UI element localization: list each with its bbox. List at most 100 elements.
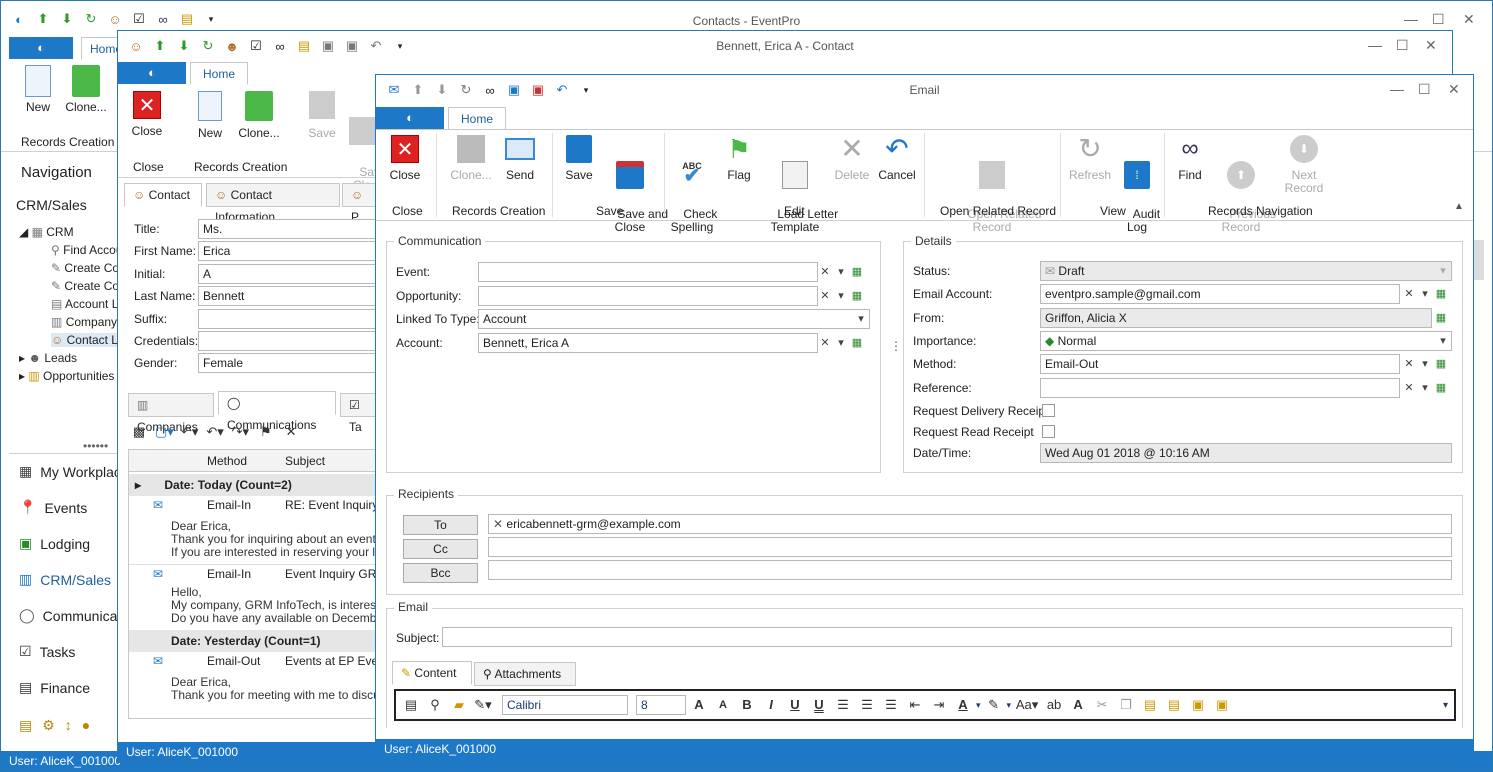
clear-icon[interactable]: ✕ <box>280 421 302 443</box>
email-minimize-button[interactable]: — <box>1390 81 1404 97</box>
email-clone-btn[interactable]: Clone... <box>450 135 492 182</box>
contact-tab-information[interactable]: ☺ Contact Information <box>206 183 340 224</box>
contact-field-input[interactable]: Bennett <box>198 286 378 306</box>
format-painter-icon[interactable]: ✎▾ <box>472 694 494 716</box>
datetime-field[interactable]: Wed Aug 01 2018 @ 10:16 AM <box>1040 443 1452 463</box>
main-maximize-button[interactable]: ☐ <box>1432 11 1445 28</box>
event-dropdown-icon[interactable]: ▾ <box>834 263 848 281</box>
next-record-btn[interactable]: ⬇ Next Record <box>1272 135 1336 195</box>
merge-field-icon[interactable]: ▣ <box>1211 694 1233 716</box>
nav-communications[interactable]: ◯ Communicat <box>19 607 121 624</box>
reference-open-icon[interactable]: ▦ <box>1434 379 1448 397</box>
importance-dropdown-icon[interactable]: ▾ <box>1436 332 1450 350</box>
contact-minimize-button[interactable]: — <box>1368 37 1382 53</box>
contact-field-input[interactable] <box>198 331 378 351</box>
table-row[interactable]: ✉ Email-In Event Inquiry GRM <box>129 564 377 582</box>
page-icon[interactable]: ▤ <box>400 694 422 716</box>
contact-field-input[interactable]: Erica <box>198 241 378 261</box>
toolbar-overflow-icon[interactable]: ▾ <box>1443 700 1448 711</box>
subject-field[interactable] <box>442 627 1452 647</box>
bcc-field[interactable] <box>488 560 1452 580</box>
open-folder-icon[interactable]: ▰ <box>448 694 470 716</box>
check-spelling-btn[interactable]: ABC ✔ Check Spelling <box>670 135 718 247</box>
subtab-tasks[interactable]: ☑ Ta <box>340 393 376 434</box>
remove-recipient-icon[interactable]: ✕ <box>493 517 503 531</box>
bottom-nav-icons[interactable]: ▤⚙↕● <box>19 717 100 734</box>
find-btn[interactable]: ∞ Find <box>1172 135 1208 182</box>
nav-my-workplace[interactable]: ▦ My Workplac <box>19 463 121 480</box>
account-open-icon[interactable]: ▦ <box>850 334 864 352</box>
delete-icon[interactable]: ▩ <box>128 421 150 443</box>
col-method[interactable]: Method <box>207 454 247 468</box>
flag-icon[interactable]: ⚑ <box>255 421 277 443</box>
new-icon[interactable]: ▢▾ <box>153 421 175 443</box>
status-field[interactable]: ✉ Draft <box>1040 261 1452 281</box>
double-underline-icon[interactable]: U <box>808 694 830 716</box>
tree-company[interactable]: ▥ Company I <box>51 315 124 329</box>
preview-icon[interactable]: ⚲ <box>424 694 446 716</box>
reference-field[interactable] <box>1040 378 1400 398</box>
contact-close-button[interactable]: ✕ <box>1425 37 1437 54</box>
contact-tab-home[interactable]: Home <box>190 62 249 85</box>
nav-finance[interactable]: ▤ Finance <box>19 679 90 696</box>
tree-find-account[interactable]: ⚲ Find Accou <box>51 243 123 257</box>
italic-icon[interactable]: I <box>760 694 782 716</box>
contact-field-input[interactable] <box>198 309 378 329</box>
opportunity-field[interactable] <box>478 286 818 306</box>
font-color-icon[interactable]: A <box>952 694 974 716</box>
status-dropdown-icon[interactable]: ▾ <box>1436 262 1450 280</box>
contact-save-btn[interactable]: Save <box>306 91 338 140</box>
from-field[interactable]: Griffon, Alicia X <box>1040 308 1432 328</box>
contact-new-btn[interactable]: New <box>194 91 226 140</box>
numbering-icon[interactable]: ☰ <box>856 694 878 716</box>
email-account-open-icon[interactable]: ▦ <box>1434 285 1448 303</box>
importance-select[interactable]: ◆ Normal <box>1040 331 1452 351</box>
nav-lodging[interactable]: ▣ Lodging <box>19 535 90 552</box>
font-size-select[interactable]: 8 <box>636 695 686 715</box>
event-clear-icon[interactable]: ✕ <box>818 263 832 281</box>
main-app-logo[interactable]: ◐ <box>9 37 73 59</box>
delivery-receipt-checkbox[interactable] <box>1042 404 1055 417</box>
main-clone-button[interactable]: Clone... <box>63 65 109 114</box>
main-close-button[interactable]: ✕ <box>1463 11 1475 28</box>
reference-clear-icon[interactable]: ✕ <box>1402 379 1416 397</box>
method-field[interactable]: Email-Out <box>1040 354 1400 374</box>
tree-create-2[interactable]: ✎ Create Co <box>51 279 119 293</box>
to-field[interactable]: ✕ ericabennett-grm@example.com <box>488 514 1452 534</box>
previous-record-btn[interactable]: ⬆ Previous Record <box>1216 135 1276 247</box>
email-account-dropdown-icon[interactable]: ▾ <box>1418 285 1432 303</box>
right-scrollbar[interactable] <box>1474 240 1484 280</box>
cc-field[interactable] <box>488 537 1452 557</box>
delete-btn[interactable]: ✕ Delete <box>834 135 870 182</box>
highlight-dropdown-icon[interactable]: ▾ <box>1007 700 1012 711</box>
opportunity-open-icon[interactable]: ▦ <box>850 287 864 305</box>
email-maximize-button[interactable]: ☐ <box>1418 81 1431 98</box>
copy-icon[interactable]: ❐ <box>1115 694 1137 716</box>
read-receipt-checkbox[interactable] <box>1042 425 1055 438</box>
subtab-companies[interactable]: ▥ Companies <box>128 393 214 434</box>
audit-log-btn[interactable]: ⁞ Audit Log <box>1120 135 1160 247</box>
account-field[interactable]: Bennett, Erica A <box>478 333 818 353</box>
refresh-btn[interactable]: ↻ Refresh <box>1068 135 1112 182</box>
table-row[interactable]: ✉ Email-In RE: Event Inquiry G <box>129 498 377 514</box>
tab-content[interactable]: ✎ Content <box>392 661 472 685</box>
paste-icon[interactable]: ▤ <box>1139 694 1161 716</box>
contact-maximize-button[interactable]: ☐ <box>1396 37 1409 54</box>
linked-type-select[interactable]: Account <box>478 309 870 329</box>
main-minimize-button[interactable]: — <box>1404 11 1418 27</box>
contact-field-input[interactable]: Ms. <box>198 219 378 239</box>
tree-leads[interactable]: ▸ ☻ Leads <box>19 351 77 365</box>
contact-field-input[interactable]: Female <box>198 353 378 373</box>
email-send-btn[interactable]: Send <box>504 135 536 182</box>
font-color-dropdown-icon[interactable]: ▾ <box>976 700 981 711</box>
subtab-communications[interactable]: ◯ Communications <box>218 391 336 432</box>
contact-clone-btn[interactable]: Clone... <box>236 91 282 140</box>
splitter-icon[interactable]: ⋮ <box>890 339 902 353</box>
email-account-clear-icon[interactable]: ✕ <box>1402 285 1416 303</box>
reply-all-icon[interactable]: ↶▾ <box>204 421 226 443</box>
table-row[interactable]: ✉ Email-Out Events at EP Event <box>129 654 377 672</box>
underline-icon[interactable]: U <box>784 694 806 716</box>
method-clear-icon[interactable]: ✕ <box>1402 355 1416 373</box>
nav-events[interactable]: 📍 Events <box>19 499 87 516</box>
email-close-button[interactable]: ✕ <box>1448 81 1460 98</box>
